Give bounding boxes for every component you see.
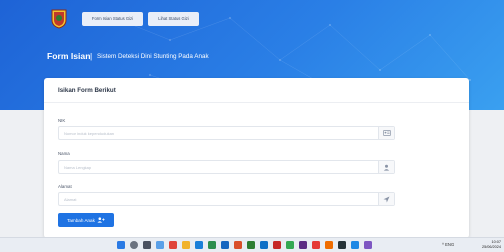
nama-label: Nama	[58, 151, 70, 156]
location-arrow-icon	[378, 193, 394, 205]
widgets-icon[interactable]	[156, 241, 164, 249]
search-icon[interactable]	[130, 241, 138, 249]
system-tray[interactable]: ^ ENG	[442, 242, 454, 247]
alamat-field[interactable]	[58, 192, 395, 206]
start-icon[interactable]	[117, 241, 125, 249]
app-green-icon[interactable]	[286, 241, 294, 249]
clock-date: 25/06/2024	[481, 245, 501, 249]
page-subtitle: Sistem Deteksi Dini Stunting Pada Anak	[97, 53, 209, 60]
nik-field[interactable]	[58, 126, 395, 140]
app-orange-icon[interactable]	[325, 241, 333, 249]
page-title: Form Isian	[47, 51, 91, 61]
tambah-anak-label: Tambah Anak	[67, 217, 95, 223]
app-purple-icon[interactable]	[299, 241, 307, 249]
tambah-anak-button[interactable]: Tambah Anak	[58, 213, 114, 227]
edge-icon[interactable]	[195, 241, 203, 249]
user-icon	[378, 161, 394, 173]
file-explorer-icon[interactable]	[182, 241, 190, 249]
app-logo[interactable]	[51, 9, 67, 29]
card-title: Isikan Form Berikut	[58, 87, 116, 94]
form-card: Isikan Form Berikut NIK Nama Alamat Tamb…	[44, 78, 469, 238]
nik-input[interactable]	[64, 129, 364, 138]
add-user-icon	[97, 217, 105, 223]
acrobat-icon[interactable]	[273, 241, 281, 249]
alamat-label: Alamat	[58, 184, 72, 189]
app-dark-icon[interactable]	[338, 241, 346, 249]
chrome-icon[interactable]	[208, 241, 216, 249]
powerpoint-icon[interactable]	[234, 241, 242, 249]
word-icon[interactable]	[221, 241, 229, 249]
id-card-icon	[378, 127, 394, 139]
card-header: Isikan Form Berikut	[44, 78, 469, 103]
app-blue-icon[interactable]	[260, 241, 268, 249]
app-blue2-icon[interactable]	[351, 241, 359, 249]
nama-field[interactable]	[58, 160, 395, 174]
nav-form-isian-button[interactable]: Form Isian Status Gizi	[82, 12, 143, 26]
clock[interactable]: 10:07 25/06/2024	[482, 240, 501, 250]
nama-input[interactable]	[64, 163, 364, 172]
task-view-icon[interactable]	[143, 241, 151, 249]
alamat-input[interactable]	[64, 195, 364, 204]
title-separator: |	[90, 51, 93, 61]
nik-label: NIK	[58, 118, 66, 123]
app-violet-icon[interactable]	[364, 241, 372, 249]
excel-icon[interactable]	[247, 241, 255, 249]
nav-lihat-status-button[interactable]: Lihat Status Gizi	[148, 12, 199, 26]
os-taskbar: ^ ENG 10:07 25/06/2024	[0, 237, 504, 252]
app-red2-icon[interactable]	[312, 241, 320, 249]
app-red-icon[interactable]	[169, 241, 177, 249]
